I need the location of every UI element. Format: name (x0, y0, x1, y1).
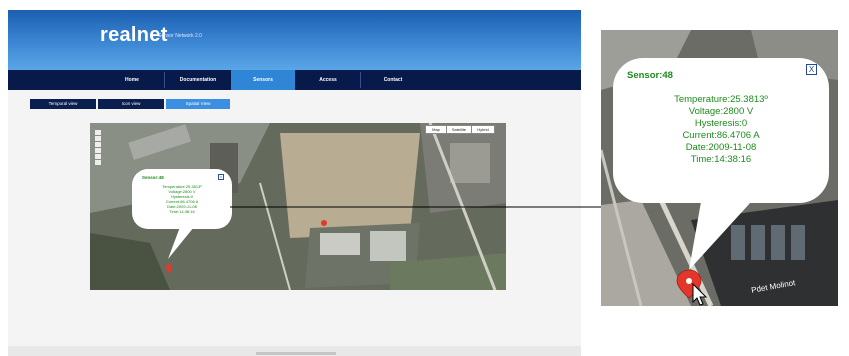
map-type-hybrid-button[interactable]: Hybrid (471, 125, 495, 134)
zoom-out-icon[interactable] (95, 160, 101, 165)
zoomed-popup-panel: Sensor:48 X Temperature:25.3813º Voltage… (601, 30, 838, 306)
pan-right-icon[interactable] (95, 142, 101, 147)
pan-down-icon[interactable] (95, 148, 101, 153)
pan-up-icon[interactable] (95, 130, 101, 135)
nav-item-access[interactable]: Access (296, 70, 360, 90)
footer-text (256, 352, 336, 355)
subtab-spatial-view[interactable]: Spatial View (166, 99, 230, 109)
mouse-cursor-icon (692, 282, 708, 306)
pan-left-icon[interactable] (95, 136, 101, 141)
app-screenshot: realnet Sensor Network 2.0 Home Document… (8, 10, 581, 356)
main-nav: Home Documentation Sensors Access Contac… (8, 70, 581, 90)
popup-time: Time:14:38:16 (169, 209, 195, 214)
subtab-temporal-view[interactable]: Temporal view (30, 99, 96, 109)
nav-item-home[interactable]: Home (100, 70, 164, 90)
subtab-icon-view[interactable]: Icon view (98, 99, 164, 109)
zoom-control[interactable] (94, 129, 102, 167)
sensor-info-popup-small: Sensor:48 X Temperature:25.3813º Voltage… (132, 169, 232, 229)
nav-item-documentation[interactable]: Documentation (165, 70, 231, 90)
nav-item-sensors[interactable]: Sensors (231, 70, 295, 90)
nav-item-contact[interactable]: Contact (361, 70, 425, 90)
app-logo-subtitle: Sensor Network 2.0 (158, 33, 202, 39)
satellite-map[interactable]: Map Satellite Hybrid Sensor:48 X Tempera… (90, 123, 506, 290)
map-type-satellite-button[interactable]: Satellite (446, 125, 472, 134)
popup-title: Sensor:48 (142, 175, 164, 180)
header-banner (8, 10, 581, 70)
map-type-map-button[interactable]: Map (425, 125, 447, 134)
close-icon[interactable]: X (218, 174, 224, 180)
zoom-in-icon[interactable] (95, 154, 101, 159)
